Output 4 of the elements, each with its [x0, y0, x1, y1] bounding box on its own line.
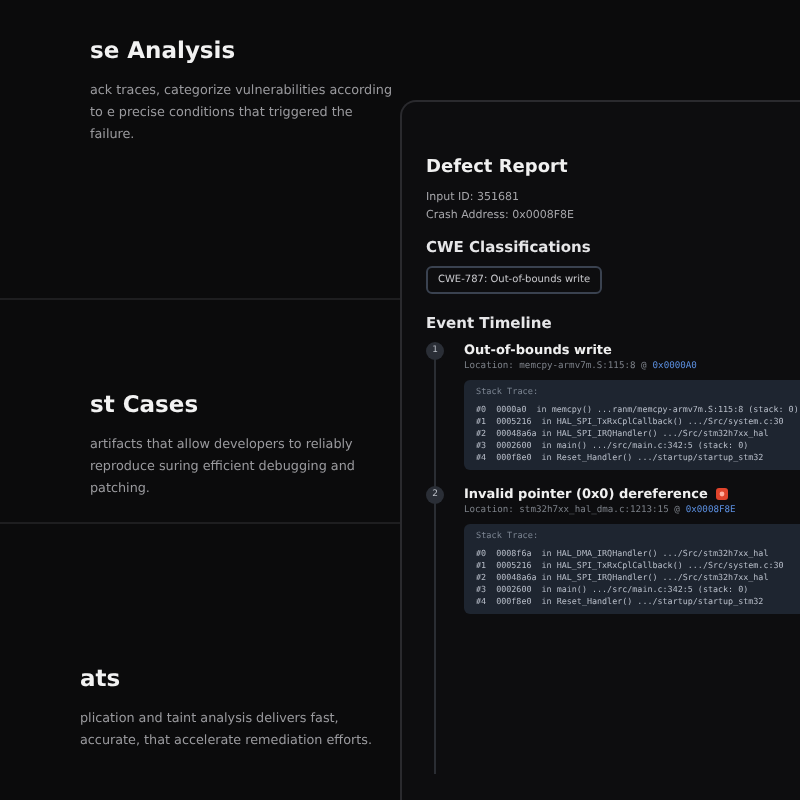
feature-title: ats: [80, 664, 123, 692]
feature-title: se Analysis: [90, 36, 238, 64]
feature-title: st Cases: [90, 390, 201, 418]
report-title: Defect Report: [426, 158, 570, 178]
